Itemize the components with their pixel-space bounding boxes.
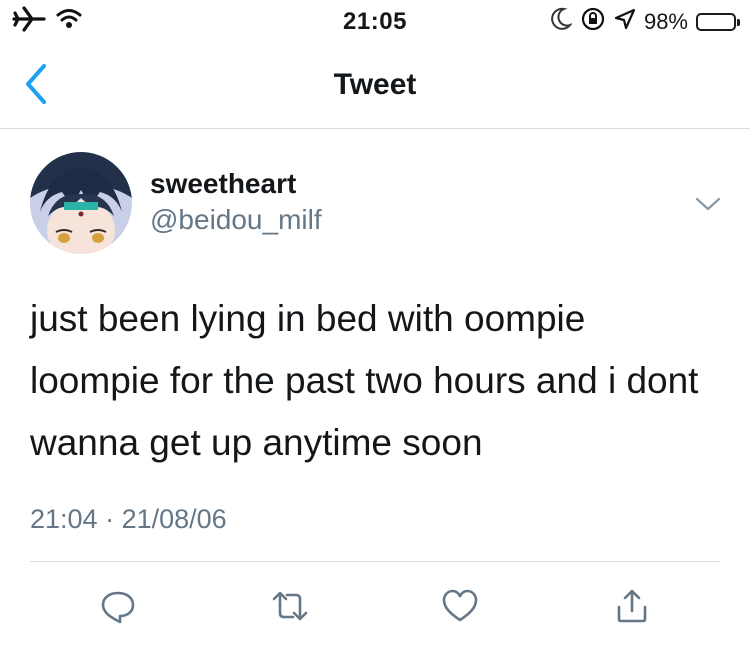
orientation-lock-icon (580, 6, 606, 38)
tweet-text: just been lying in bed with oompie loomp… (30, 298, 699, 463)
retweet-button[interactable] (268, 584, 312, 628)
moon-icon (550, 7, 573, 37)
reply-icon (101, 591, 135, 624)
status-bar-right: 98% (550, 6, 740, 38)
page-title: Tweet (333, 68, 417, 101)
timestamp-separator: · (97, 504, 122, 534)
like-button[interactable] (438, 584, 482, 628)
battery-icon (696, 13, 740, 31)
retweet-icon (272, 591, 308, 621)
nav-bar: Tweet (0, 40, 750, 129)
more-options-button[interactable] (694, 194, 722, 214)
like-icon (442, 589, 478, 622)
share-icon (617, 589, 647, 623)
battery-percent: 98% (643, 9, 688, 34)
divider (30, 561, 720, 562)
tweet-timestamp: 21:04 · 21/08/06 (30, 504, 227, 535)
caret-down-icon (695, 197, 721, 211)
user-handle[interactable]: @beidou_milf (150, 204, 322, 236)
avatar[interactable] (30, 152, 132, 254)
tweet-time: 21:04 (30, 504, 98, 534)
status-bar: 21:05 98% (0, 0, 750, 40)
location-icon (614, 8, 636, 36)
display-name[interactable]: sweetheart (150, 168, 296, 200)
reply-button[interactable] (96, 584, 140, 628)
share-button[interactable] (610, 584, 654, 628)
tweet-date: 21/08/06 (121, 504, 227, 534)
